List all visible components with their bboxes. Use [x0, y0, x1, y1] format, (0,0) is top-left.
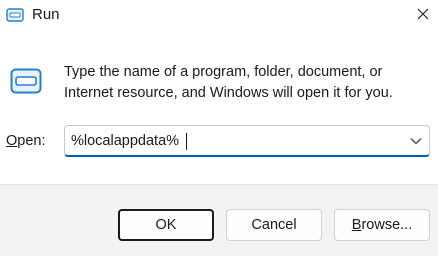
cancel-button[interactable]: Cancel — [226, 209, 322, 241]
button-bar: OK Cancel Browse... — [0, 184, 438, 256]
run-icon — [10, 68, 42, 94]
window-title: Run — [32, 6, 60, 23]
open-label-text: pen: — [17, 133, 46, 149]
open-label-mnemonic: O — [6, 133, 18, 149]
browse-label: rowse... — [361, 217, 413, 233]
chevron-down-icon — [410, 132, 422, 150]
dialog-description: Type the name of a program, folder, docu… — [64, 64, 393, 101]
text-cursor — [186, 133, 187, 150]
browse-mnemonic: B — [351, 217, 362, 233]
open-label: Open: — [6, 133, 46, 149]
dropdown-button[interactable] — [409, 134, 423, 148]
browse-button[interactable]: Browse... — [334, 209, 430, 241]
close-icon — [417, 7, 429, 25]
ok-button[interactable]: OK — [118, 209, 214, 241]
run-icon — [6, 8, 24, 22]
dialog-body: Type the name of a program, folder, docu… — [0, 32, 438, 184]
title-bar: Run — [0, 0, 438, 32]
open-combobox[interactable] — [64, 125, 430, 157]
open-input[interactable] — [65, 126, 395, 156]
close-button[interactable] — [408, 2, 438, 30]
